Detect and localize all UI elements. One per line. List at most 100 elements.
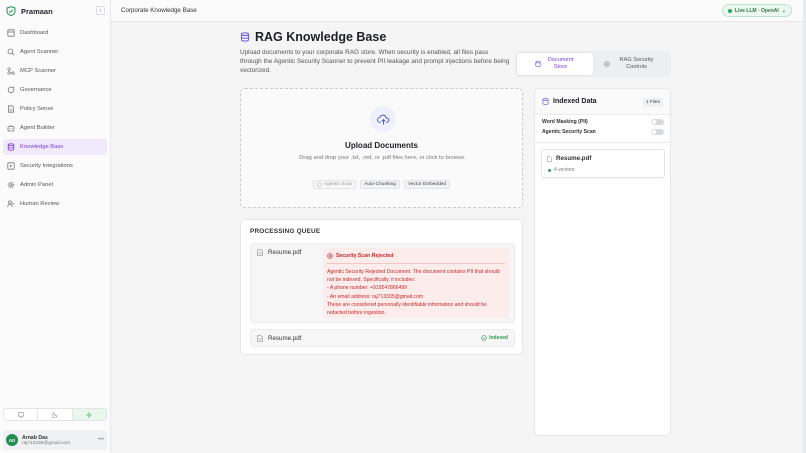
- shield-logo-icon: [6, 6, 16, 16]
- brand-name: Pramaan: [21, 6, 53, 16]
- doc-name-text: Resume.pdf: [556, 155, 592, 162]
- x-circle-icon: [327, 253, 333, 259]
- security-rejection-box: Security Scan Rejected Agentic Security …: [323, 248, 509, 318]
- sidebar-item-security-integrations[interactable]: Security Integrations: [3, 158, 107, 174]
- upload-features: Agentic Scan Auto-Chunking Vector Embedd…: [241, 180, 522, 189]
- upload-subtitle: Drag and drop your .txt, .md, or .pdf fi…: [299, 155, 466, 161]
- theme-dark-button[interactable]: [38, 409, 73, 420]
- sidebar-item-agent-builder[interactable]: Agent Builder: [3, 120, 107, 136]
- more-options-icon[interactable]: •••: [98, 437, 104, 443]
- indexed-data-panel: Indexed Data 1 Files Word Masking (PII) …: [534, 88, 671, 436]
- sun-icon: [86, 411, 93, 418]
- llm-status-selector[interactable]: Live LLM · OpenAI ⌄: [721, 4, 792, 17]
- shield-icon: [317, 182, 322, 187]
- doc-name: Resume.pdf: [547, 155, 591, 162]
- status-dot-icon: [548, 168, 551, 172]
- theme-light-button[interactable]: [72, 409, 106, 420]
- rejection-line: - A phone number: +919547866499: [327, 285, 408, 292]
- queue-file: Resume.pdf: [257, 335, 301, 342]
- queue-file: Resume.pdf: [257, 249, 301, 256]
- doc-vectors-text: 4 vectors: [554, 167, 575, 173]
- sidebar-item-label: Agent Builder: [20, 125, 55, 131]
- sidebar-item-label: Admin Panel: [20, 182, 53, 188]
- indexed-document-card[interactable]: Resume.pdf 4 vectors: [541, 149, 665, 178]
- sidebar-nav: Dashboard Agent Scanner MCP Scanner Gove…: [0, 25, 110, 212]
- sidebar-item-label: Agent Scanner: [20, 49, 59, 55]
- llm-status-label: Live LLM · OpenAI: [734, 7, 779, 14]
- app-root: Pramaan ‹ Dashboard Agent Scanner MCP Sc…: [0, 0, 806, 453]
- chip-auto-chunking: Auto-Chunking: [360, 180, 400, 189]
- chevron-left-icon: ‹: [99, 7, 102, 14]
- sidebar-item-label: Security Integrations: [20, 163, 73, 169]
- sidebar-item-human-review[interactable]: Human Review: [3, 196, 107, 212]
- toggle-label: Agentic Security Scan: [542, 129, 596, 135]
- panel-title: Indexed Data: [542, 98, 597, 105]
- sidebar-item-mcp-scanner[interactable]: MCP Scanner: [3, 63, 107, 79]
- status-dot-icon: [727, 8, 732, 13]
- network-icon: [7, 67, 15, 75]
- top-bar: Corporate Knowledge Base: [111, 0, 806, 22]
- sidebar-item-knowledge-base[interactable]: Knowledge Base: [3, 139, 107, 155]
- toggle-label: Word Masking (PII): [542, 119, 588, 125]
- rejection-header: Security Scan Rejected: [327, 253, 393, 259]
- chip-vector-embedded: Vector Embedded: [403, 180, 451, 189]
- theme-switcher: [3, 408, 107, 421]
- sidebar-item-governance[interactable]: Governance: [3, 82, 107, 98]
- queue-file-name: Resume.pdf: [268, 249, 302, 256]
- sidebar-item-dashboard[interactable]: Dashboard: [3, 25, 107, 41]
- brand[interactable]: Pramaan: [0, 0, 110, 22]
- sidebar-item-label: Policy Sense: [20, 106, 54, 112]
- file-icon: [257, 335, 263, 342]
- queue-item: Resume.pdf Indexed: [250, 329, 515, 347]
- database-icon: [7, 143, 15, 151]
- chevron-down-icon: ⌄: [781, 7, 786, 14]
- user-email: raj713335@gmail.com: [22, 440, 71, 446]
- panel-title-text: Indexed Data: [553, 98, 597, 105]
- upload-dropzone[interactable]: Upload Documents Drag and drop your .txt…: [240, 88, 523, 208]
- user-profile[interactable]: AD Arnab Das raj713335@gmail.com •••: [3, 430, 107, 450]
- rejection-line: - An email address: raj713335@gmail.com: [327, 293, 424, 300]
- tab-rag-security-controls[interactable]: RAG Security Controls: [593, 53, 669, 75]
- chip-label: Auto-Chunking: [364, 182, 396, 187]
- agentic-scan-switch[interactable]: [651, 129, 664, 135]
- database-icon: [240, 32, 250, 42]
- database-icon: [534, 61, 541, 67]
- shield-icon: [603, 61, 610, 67]
- page-title: RAG Knowledge Base: [255, 30, 387, 44]
- word-masking-switch[interactable]: [651, 119, 664, 125]
- sidebar-item-label: MCP Scanner: [20, 68, 56, 74]
- chip-agentic-scan: Agentic Scan: [312, 180, 357, 189]
- main-content: Corporate Knowledge Base Live LLM · Open…: [111, 0, 806, 453]
- tab-document-store[interactable]: Document Store: [517, 53, 593, 75]
- view-tabs: Document Store RAG Security Controls: [515, 51, 671, 77]
- collapse-sidebar-button[interactable]: ‹: [96, 6, 105, 15]
- status-badge-label: Indexed: [489, 335, 508, 341]
- avatar: AD: [6, 434, 18, 446]
- file-icon: [547, 155, 552, 162]
- rejection-line: Agentic Security Rejected Document: The …: [327, 269, 500, 284]
- panel-header: Indexed Data 1 Files: [535, 89, 670, 115]
- queue-item: Resume.pdf Security Scan Rejected Agenti…: [250, 243, 515, 323]
- divider: [327, 263, 505, 264]
- cloud-upload-icon: [376, 114, 389, 125]
- database-icon: [542, 98, 549, 105]
- tab-label: Document Store: [547, 57, 574, 70]
- sidebar-item-admin-panel[interactable]: Admin Panel: [3, 177, 107, 193]
- file-icon: [257, 249, 263, 256]
- processing-queue: PROCESSING QUEUE Resume.pdf Security Sca…: [240, 219, 523, 355]
- divider: [535, 142, 670, 143]
- search-icon: [7, 48, 15, 56]
- monitor-icon: [17, 411, 24, 418]
- queue-title: PROCESSING QUEUE: [250, 228, 321, 235]
- tab-label: RAG Security Controls: [619, 57, 654, 70]
- theme-system-button[interactable]: [4, 409, 39, 420]
- sidebar-item-label: Human Review: [20, 201, 60, 207]
- sidebar-item-label: Knowledge Base: [20, 144, 64, 150]
- bot-icon: [7, 125, 15, 132]
- sidebar-item-policy-sense[interactable]: Policy Sense: [3, 101, 107, 117]
- moon-icon: [51, 412, 58, 418]
- sidebar-item-label: Dashboard: [20, 30, 49, 36]
- sidebar: Pramaan ‹ Dashboard Agent Scanner MCP Sc…: [0, 0, 111, 453]
- sidebar-item-agent-scanner[interactable]: Agent Scanner: [3, 44, 107, 60]
- sidebar-item-label: Governance: [20, 87, 52, 93]
